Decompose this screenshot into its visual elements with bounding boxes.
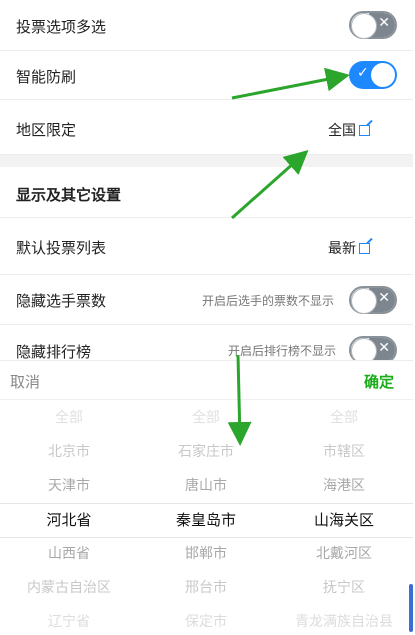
default-list-row[interactable]: 默认投票列表 最新 bbox=[0, 218, 413, 275]
picker-option[interactable]: 唐山市 bbox=[137, 475, 275, 495]
picker-option[interactable]: 保定市 bbox=[137, 611, 275, 631]
hide-votes-label: 隐藏选手票数 bbox=[16, 292, 107, 310]
picker-option[interactable]: 北戴河区 bbox=[275, 543, 413, 563]
hide-rank-row: 隐藏排行榜 开启后排行榜不显示 ✕ bbox=[0, 325, 413, 365]
region-value-text: 全国 bbox=[328, 123, 356, 139]
hide-rank-label: 隐藏排行榜 bbox=[16, 343, 92, 361]
section-title: 显示及其它设置 bbox=[16, 186, 122, 204]
picker-option[interactable]: 山西省 bbox=[0, 543, 138, 563]
picker-option[interactable]: 邢台市 bbox=[137, 577, 275, 597]
toggle-knob bbox=[371, 63, 395, 87]
hide-rank-hint: 开启后排行榜不显示 bbox=[228, 344, 337, 358]
multi-select-row: 投票选项多选 ✕ bbox=[0, 0, 413, 51]
picker-option[interactable]: 内蒙古自治区 bbox=[0, 577, 138, 597]
province-column[interactable]: 全部北京市天津市河北省山西省内蒙古自治区 辽宁省 bbox=[0, 401, 138, 635]
picker-option[interactable]: 河北省 bbox=[0, 509, 138, 530]
edit-icon bbox=[359, 243, 370, 254]
hide-votes-row: 隐藏选手票数 开启后选手的票数不显示 ✕ bbox=[0, 275, 413, 325]
default-list-value-text: 最新 bbox=[328, 241, 356, 257]
picker-option[interactable]: 天津市 bbox=[0, 475, 138, 495]
picker-option[interactable]: 全部 bbox=[0, 407, 138, 427]
region-label: 地区限定 bbox=[16, 121, 77, 139]
hide-votes-hint: 开启后选手的票数不显示 bbox=[202, 294, 335, 308]
close-icon: ✕ bbox=[378, 290, 390, 306]
district-column[interactable]: 全部市辖区海港区山海关区北戴河区抚宁区青龙满族自治县 bbox=[275, 401, 413, 635]
confirm-button[interactable]: 确定 bbox=[364, 371, 394, 392]
picker-option[interactable]: 邯郸市 bbox=[137, 543, 275, 563]
picker-option[interactable]: 抚宁区 bbox=[275, 577, 413, 597]
picker-option[interactable]: 辽宁省 bbox=[0, 611, 138, 631]
check-icon: ✓ bbox=[357, 65, 369, 81]
picker-option[interactable]: 全部 bbox=[137, 407, 275, 427]
close-icon: ✕ bbox=[378, 15, 390, 31]
scrollbar[interactable] bbox=[409, 584, 413, 632]
picker-option[interactable]: 北京市 bbox=[0, 441, 138, 461]
section-header-row: 显示及其它设置 bbox=[0, 167, 413, 218]
picker-header: 取消 确定 bbox=[0, 361, 413, 400]
close-icon: ✕ bbox=[378, 340, 390, 356]
anti-spam-label: 智能防刷 bbox=[16, 68, 77, 86]
toggle-knob bbox=[352, 14, 376, 38]
anti-spam-row: 智能防刷 ✓ bbox=[0, 51, 413, 100]
region-value[interactable]: 全国 bbox=[328, 120, 370, 140]
picker-option[interactable]: 市辖区 bbox=[275, 441, 413, 461]
edit-icon bbox=[359, 125, 370, 136]
region-picker: 取消 确定 全部 北京市 天津市 河北省 山西省 内蒙古自治区 辽宁省 全部 石家庄市 唐山市秦… bbox=[0, 360, 413, 635]
section-divider bbox=[0, 155, 413, 167]
picker-option[interactable]: 秦皇岛市 bbox=[137, 509, 275, 530]
default-list-value[interactable]: 最新 bbox=[328, 238, 370, 258]
toggle-knob bbox=[352, 289, 376, 313]
picker-option[interactable]: 海港区 bbox=[275, 475, 413, 495]
picker-option[interactable]: 山海关区 bbox=[275, 509, 413, 530]
picker-option[interactable]: 青龙满族自治县 bbox=[275, 611, 413, 631]
picker-option[interactable]: 全部 bbox=[275, 407, 413, 427]
multi-select-toggle[interactable]: ✕ bbox=[349, 11, 397, 39]
city-column[interactable]: 全部石家庄市唐山市秦皇岛市邯郸市邢台市保定市 bbox=[137, 401, 275, 635]
anti-spam-toggle[interactable]: ✓ bbox=[349, 61, 397, 89]
multi-select-label: 投票选项多选 bbox=[16, 18, 107, 36]
hide-votes-toggle[interactable]: ✕ bbox=[349, 286, 397, 314]
cancel-button[interactable]: 取消 bbox=[10, 371, 40, 392]
picker-option[interactable]: 石家庄市 bbox=[137, 441, 275, 461]
default-list-label: 默认投票列表 bbox=[16, 239, 107, 257]
region-row[interactable]: 地区限定 全国 bbox=[0, 100, 413, 155]
